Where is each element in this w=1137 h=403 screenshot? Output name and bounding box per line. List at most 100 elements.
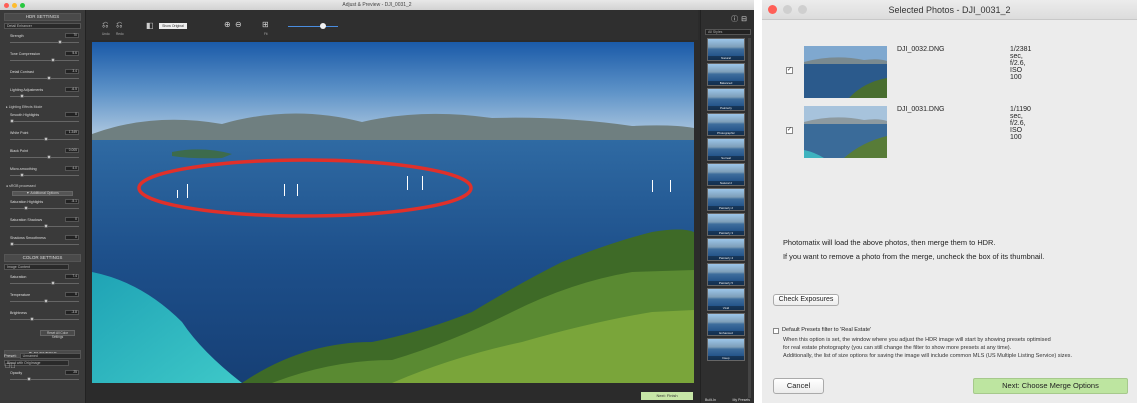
style-thumbnail[interactable]: Deep (707, 338, 745, 361)
zoom-out-icon[interactable]: ⊖ (235, 20, 242, 29)
slider-track[interactable] (10, 157, 79, 158)
slider-thumb[interactable] (50, 281, 55, 285)
adjustment-slider[interactable]: Shadows Smoothness 0 (4, 235, 81, 251)
slider-track[interactable] (10, 121, 79, 122)
style-thumbnail[interactable]: Painterly 5 (707, 263, 745, 286)
style-thumbnail[interactable]: Balanced (707, 63, 745, 86)
real-estate-checkbox[interactable] (773, 328, 779, 334)
slider-value[interactable]: 0.005 (65, 148, 79, 153)
adjustment-slider[interactable]: Black Point 0.005 (4, 148, 81, 164)
adjustment-slider[interactable]: Lighting Adjustments -6.5 (4, 87, 81, 103)
slider-track[interactable] (10, 208, 79, 209)
slider-value[interactable]: 0 (65, 292, 79, 297)
undo-icon[interactable]: ⎌ (102, 20, 108, 30)
color-mode-dropdown[interactable]: Image Content (4, 264, 69, 270)
hdr-preview-image[interactable] (92, 42, 694, 383)
preset-dropdown[interactable]: Unnamed (19, 352, 81, 359)
adjustment-slider[interactable]: Saturation Shadows 0 (4, 217, 81, 233)
slider-thumb[interactable] (44, 137, 48, 141)
slider-value[interactable]: 0 (65, 112, 79, 117)
slider-value[interactable]: 0 (65, 217, 79, 222)
additional-options-toggle[interactable]: ▼ Additional Options (12, 191, 73, 196)
style-thumbnail[interactable]: Natural 2 (707, 163, 745, 186)
info-icon[interactable]: ⓘ (731, 16, 741, 23)
opacity-value[interactable]: 25 (65, 370, 79, 375)
slider-value[interactable]: 1.349 (65, 130, 79, 135)
opacity-track[interactable] (10, 379, 79, 380)
slider-track[interactable] (10, 42, 79, 43)
slider-thumb[interactable] (10, 242, 14, 246)
photo-checkbox[interactable]: ✓ (786, 67, 793, 74)
style-thumbnail[interactable]: Painterly 3 (707, 213, 745, 236)
styles-filter-dropdown[interactable]: All Styles (705, 29, 751, 35)
redo-icon[interactable]: ⎌ (116, 20, 122, 30)
slider-value[interactable]: -5.1 (65, 199, 79, 204)
slider-thumb[interactable] (10, 119, 14, 123)
zoom-slider-thumb[interactable] (320, 23, 326, 29)
adjustment-slider[interactable]: Smooth Highlights 0 (4, 112, 81, 128)
slider-value[interactable]: -3.8 (65, 310, 79, 315)
slider-value[interactable]: -6.5 (65, 87, 79, 92)
slider-value[interactable]: 3.4 (65, 69, 79, 74)
layout-icon[interactable]: ⊟ (741, 16, 750, 23)
style-thumbnail[interactable]: Painterly 2 (707, 188, 745, 211)
compare-icon[interactable]: ◧ (146, 21, 154, 30)
slider-thumb[interactable] (20, 94, 25, 98)
slider-track[interactable] (10, 78, 79, 79)
slider-thumb[interactable] (47, 155, 52, 159)
style-thumbnail[interactable]: Surreal (707, 138, 745, 161)
slider-value[interactable]: 0 (65, 235, 79, 240)
tab-built-in[interactable]: Built-In (705, 398, 716, 402)
style-thumbnail[interactable]: Painterly (707, 88, 745, 111)
slider-thumb[interactable] (44, 224, 48, 228)
adjustment-slider[interactable]: Strength 70 (4, 33, 81, 49)
slider-thumb[interactable] (47, 76, 52, 80)
history-icon[interactable]: ↶⃝ (5, 363, 16, 370)
reset-color-settings-button[interactable]: Reset All Color Settings (40, 330, 75, 339)
zoom-in-icon[interactable]: ⊕ (224, 20, 231, 29)
slider-value[interactable]: 70 (65, 33, 79, 38)
color-settings-header[interactable]: COLOR SETTINGS (4, 254, 81, 262)
slider-value[interactable]: 5.6 (65, 51, 79, 56)
adjustment-slider[interactable]: Tone Compression 5.6 (4, 51, 81, 67)
next-finish-button[interactable]: Next: Finish (641, 392, 693, 400)
style-thumbnail[interactable]: Natural (707, 38, 745, 61)
slider-track[interactable] (10, 283, 79, 284)
style-thumbnail[interactable]: Photographic (707, 113, 745, 136)
adjustment-slider[interactable]: Brightness -3.8 (4, 310, 81, 326)
slider-thumb[interactable] (57, 40, 62, 44)
adjustment-slider[interactable]: Saturation Highlights -5.1 (4, 199, 81, 215)
slider-track[interactable] (10, 319, 79, 320)
cancel-button[interactable]: Cancel (773, 378, 824, 394)
slider-thumb[interactable] (20, 173, 25, 177)
check-exposures-button[interactable]: Check Exposures (773, 294, 839, 306)
show-original-button[interactable]: Show Original (159, 23, 187, 29)
hdr-method-dropdown[interactable]: Detail Enhancer (4, 23, 81, 29)
next-merge-options-button[interactable]: Next: Choose Merge Options (973, 378, 1128, 394)
photo-checkbox[interactable]: ✓ (786, 127, 793, 134)
styles-scrollbar[interactable] (748, 38, 751, 398)
opacity-slider[interactable]: Opacity 25 (4, 370, 81, 386)
slider-value[interactable]: 4.0 (65, 166, 79, 171)
hdr-settings-header[interactable]: HDR SETTINGS (4, 13, 81, 21)
slider-thumb[interactable] (23, 206, 28, 210)
srgb-radio[interactable]: ● sRGB processed (6, 184, 79, 188)
adjustment-slider[interactable]: Detail Contrast 3.4 (4, 69, 81, 85)
slider-track[interactable] (10, 60, 79, 61)
slider-track[interactable] (10, 244, 79, 245)
tab-my-presets[interactable]: My Presets (732, 398, 750, 402)
style-thumbnail[interactable]: Vivid (707, 288, 745, 311)
adjustment-slider[interactable]: Temperature 0 (4, 292, 81, 308)
adjustment-slider[interactable]: Saturation 7.4 (4, 274, 81, 290)
slider-thumb[interactable] (50, 58, 55, 62)
opacity-thumb[interactable] (27, 377, 31, 381)
slider-thumb[interactable] (44, 299, 48, 303)
style-thumbnail[interactable]: Enhanced (707, 313, 745, 336)
adjustment-slider[interactable]: White Point 1.349 (4, 130, 81, 146)
adjustment-slider[interactable]: Micro-smoothing 4.0 (4, 166, 81, 182)
slider-value[interactable]: 7.4 (65, 274, 79, 279)
fit-to-window-icon[interactable]: ⊞ (262, 20, 269, 29)
lighting-effects-toggle[interactable]: ▸ Lighting Effects Mode (6, 105, 79, 109)
style-thumbnail[interactable]: Painterly 4 (707, 238, 745, 261)
zoom-slider[interactable] (288, 26, 338, 27)
